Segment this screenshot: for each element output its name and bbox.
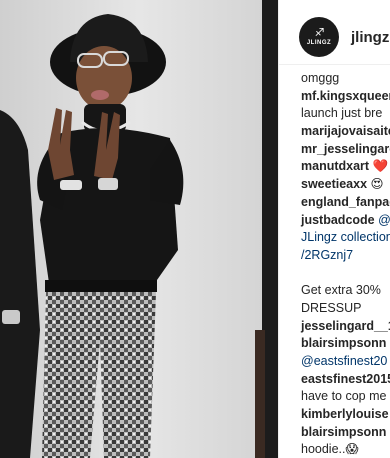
comment-username-link[interactable]: justbadcode <box>301 213 375 227</box>
header-divider <box>279 64 390 65</box>
comment-line: kimberlylouise <box>301 406 390 424</box>
comment-line: Get extra 30% <box>301 283 381 298</box>
avatar-logo-text: JLINGZ <box>306 39 332 46</box>
comment-username-link[interactable]: blairsimpsonn <box>301 425 386 439</box>
mention-link[interactable]: @eastsfinest20 <box>301 354 387 368</box>
comment-username-link[interactable]: mf.kingsxqueen <box>301 89 390 103</box>
photo-illustration <box>0 0 278 458</box>
comment-line: /2RGznj7 <box>301 247 390 265</box>
comment-username-link[interactable]: jesselingard__1 <box>301 319 390 333</box>
comment-line: @eastsfinest20 <box>301 353 390 371</box>
comment-line: mr_jesselingard <box>301 141 390 159</box>
post-header: ♐ JLINGZ jlingz <box>299 14 390 60</box>
comment-username-link[interactable]: marijajovaisaite <box>301 124 390 138</box>
comment-line: omggg <box>301 71 340 85</box>
comment-line: eastsfinest2015 <box>301 371 390 389</box>
comment-line: blairsimpsonn <box>301 335 390 353</box>
profile-username-link[interactable]: jlingz <box>351 29 389 46</box>
post-side-panel: ♐ JLINGZ jlingz omggg mf.kingsxqueen lau… <box>278 0 390 458</box>
comment-url-link[interactable]: /2RGznj7 <box>301 248 353 262</box>
comment-username-link[interactable]: manutdxart <box>301 159 369 173</box>
comment-line: blairsimpsonn <box>301 424 390 442</box>
comment-text-link[interactable]: JLingz collection <box>301 230 390 244</box>
heart-eyes-emoji: 😍 <box>370 177 384 192</box>
profile-avatar[interactable]: ♐ JLINGZ <box>299 17 339 57</box>
comments-list: omggg mf.kingsxqueen launch just bre mar… <box>301 70 390 458</box>
comment-spacer <box>301 265 390 283</box>
comment-line: launch just bre <box>301 106 383 121</box>
comment-line: jesselingard__1 <box>301 318 390 336</box>
comment-line: mf.kingsxqueen <box>301 88 390 106</box>
comment-line: sweetieaxx 😍 <box>301 176 390 194</box>
post-photo[interactable] <box>0 0 278 458</box>
comment-line: england_fanpage <box>301 194 390 212</box>
comment-line: have to cop me <box>301 389 387 404</box>
comment-line: hoodie..😱 <box>301 442 359 457</box>
comment-line: DRESSUP <box>301 300 362 315</box>
comment-line: justbadcode @ <box>301 212 390 230</box>
heart-emoji: ❤️ <box>372 159 389 174</box>
comment-line: JLingz collection <box>301 229 390 247</box>
comment-username-link[interactable]: kimberlylouise <box>301 407 389 421</box>
comment-username-link[interactable]: mr_jesselingard <box>301 142 390 156</box>
comment-username-link[interactable]: england_fanpage <box>301 195 390 209</box>
logo-mark-icon: ♐ <box>314 26 325 39</box>
mention-link[interactable]: @ <box>378 213 390 227</box>
comment-line: marijajovaisaite <box>301 123 390 141</box>
comment-username-link[interactable]: eastsfinest2015 <box>301 372 390 386</box>
comment-line: manutdxart ❤️ <box>301 158 390 176</box>
comment-username-link[interactable]: blairsimpsonn <box>301 336 386 350</box>
comment-username-link[interactable]: sweetieaxx <box>301 177 367 191</box>
